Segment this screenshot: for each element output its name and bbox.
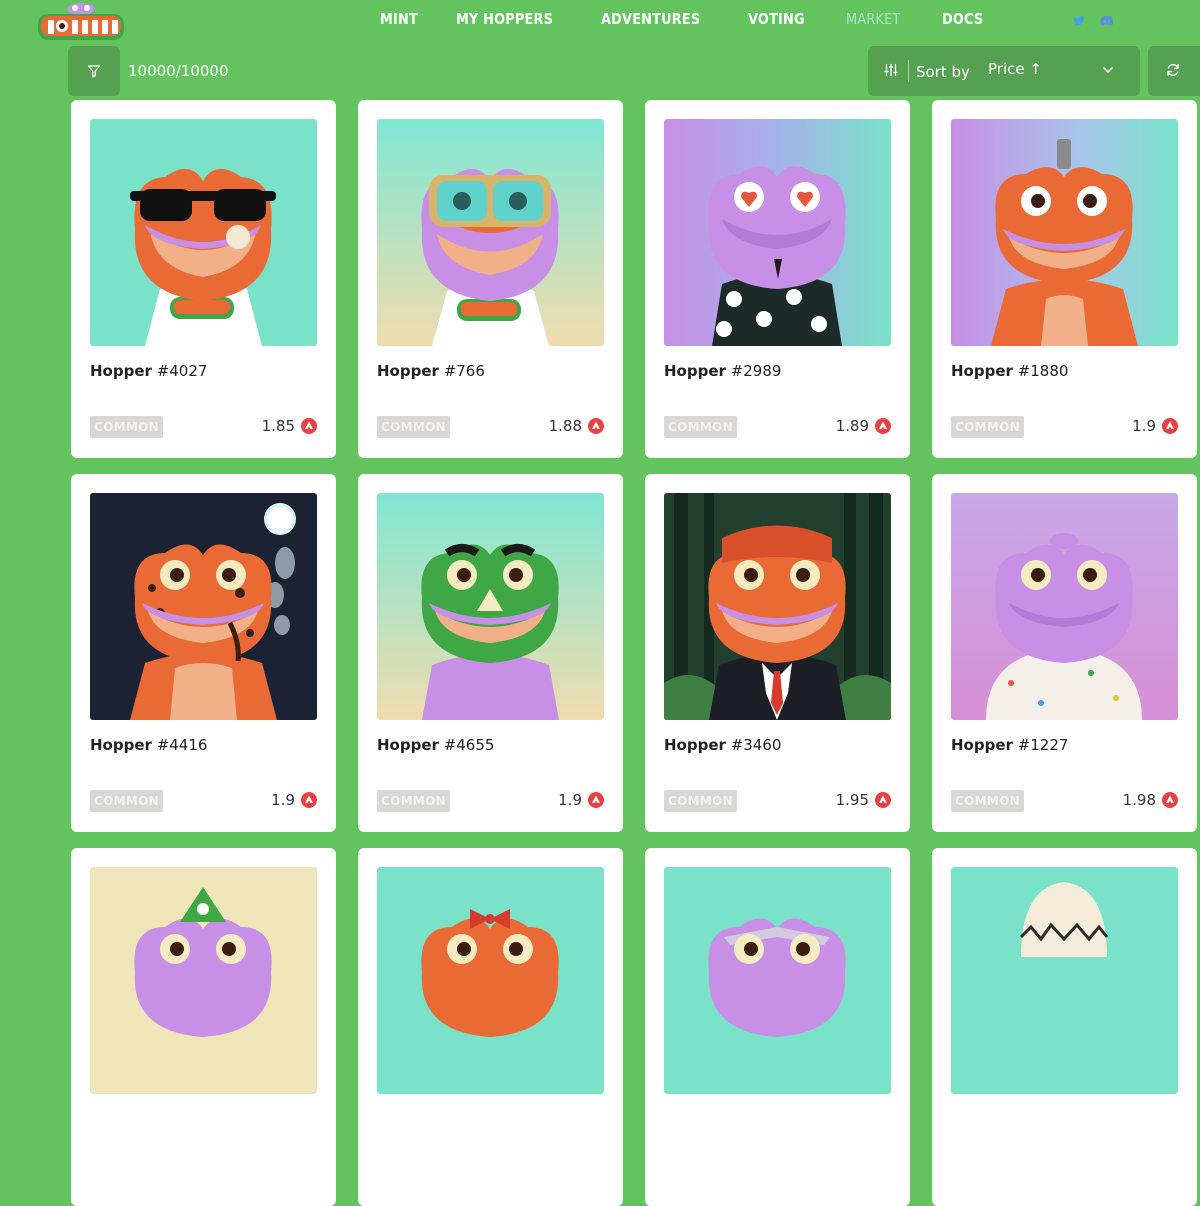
hopper-name: Hopper #1227 [951,736,1069,754]
hopper-card[interactable] [932,848,1197,1206]
rarity-badge: COMMON [664,416,737,438]
hopper-image[interactable] [951,867,1178,1094]
twitter-icon[interactable] [1072,14,1086,28]
hopper-image[interactable] [664,119,891,346]
hopper-name: Hopper #3460 [664,736,782,754]
hopper-card[interactable] [645,848,910,1206]
hopper-price: 1.85 [262,417,317,435]
chevron-down-icon[interactable] [1102,64,1114,76]
hopper-image[interactable] [951,119,1178,346]
refresh-button[interactable] [1148,46,1200,96]
nav-market[interactable]: MARKET [846,10,900,28]
avax-icon [1162,418,1178,434]
hopper-image[interactable] [377,493,604,720]
main-nav: MINT MY HOPPERS ADVENTURES VOTING MARKET… [380,10,1022,28]
hopper-price: 1.9 [558,791,604,809]
hoppers-logo[interactable] [34,2,128,42]
hopper-image[interactable] [377,867,604,1094]
nav-voting[interactable]: VOTING [748,10,805,28]
sliders-icon [884,63,898,77]
hopper-card[interactable] [358,848,623,1206]
top-bar: MINT MY HOPPERS ADVENTURES VOTING MARKET… [0,0,1200,44]
discord-icon[interactable] [1100,14,1114,28]
hopper-name: Hopper #2989 [664,362,782,380]
hopper-image[interactable] [664,493,891,720]
filter-icon [87,65,101,78]
rarity-badge: COMMON [377,790,450,812]
hopper-price: 1.89 [836,417,891,435]
avax-icon [1162,792,1178,808]
hopper-image[interactable] [951,493,1178,720]
hopper-card[interactable]: Hopper #766 COMMON 1.88 [358,100,623,458]
hopper-price: 1.95 [836,791,891,809]
social-links [1072,14,1114,28]
hopper-price: 1.9 [271,791,317,809]
avax-icon [588,418,604,434]
refresh-icon [1167,64,1179,76]
avax-icon [875,418,891,434]
avax-icon [875,792,891,808]
rarity-badge: COMMON [377,416,450,438]
rarity-badge: COMMON [951,790,1024,812]
sort-label: Sort by [916,63,970,81]
hopper-name: Hopper #4655 [377,736,495,754]
hopper-card[interactable] [71,848,336,1206]
sort-divider [908,60,909,82]
hopper-card[interactable]: Hopper #4416 COMMON 1.9 [71,474,336,832]
rarity-badge: COMMON [664,790,737,812]
nav-mint[interactable]: MINT [380,10,418,28]
avax-icon [588,792,604,808]
hopper-image[interactable] [90,493,317,720]
hopper-name: Hopper #766 [377,362,485,380]
hopper-image[interactable] [664,867,891,1094]
hopper-card[interactable]: Hopper #3460 COMMON 1.95 [645,474,910,832]
avax-icon [301,792,317,808]
nav-docs[interactable]: DOCS [942,10,983,28]
hopper-image[interactable] [90,867,317,1094]
hopper-image[interactable] [90,119,317,346]
rarity-badge: COMMON [951,416,1024,438]
hopper-card[interactable]: Hopper #2989 COMMON 1.89 [645,100,910,458]
hopper-card[interactable]: Hopper #4027 COMMON 1.85 [71,100,336,458]
hopper-image[interactable] [377,119,604,346]
hopper-price: 1.88 [549,417,604,435]
result-count: 10000/10000 [128,62,229,80]
avax-icon [301,418,317,434]
hopper-name: Hopper #4416 [90,736,208,754]
hopper-price: 1.98 [1123,791,1178,809]
rarity-badge: COMMON [90,416,163,438]
nav-adventures[interactable]: ADVENTURES [601,10,700,28]
hopper-price: 1.9 [1132,417,1178,435]
hopper-name: Hopper #4027 [90,362,208,380]
sort-select-value[interactable]: Price ↑ [988,60,1042,78]
sort-control[interactable]: Sort by Price ↑ [868,46,1140,96]
rarity-badge: COMMON [90,790,163,812]
filter-button[interactable] [68,46,120,96]
hopper-card[interactable]: Hopper #1880 COMMON 1.9 [932,100,1197,458]
hopper-name: Hopper #1880 [951,362,1069,380]
hopper-card[interactable]: Hopper #4655 COMMON 1.9 [358,474,623,832]
nav-my-hoppers[interactable]: MY HOPPERS [456,10,553,28]
hopper-card[interactable]: Hopper #1227 COMMON 1.98 [932,474,1197,832]
